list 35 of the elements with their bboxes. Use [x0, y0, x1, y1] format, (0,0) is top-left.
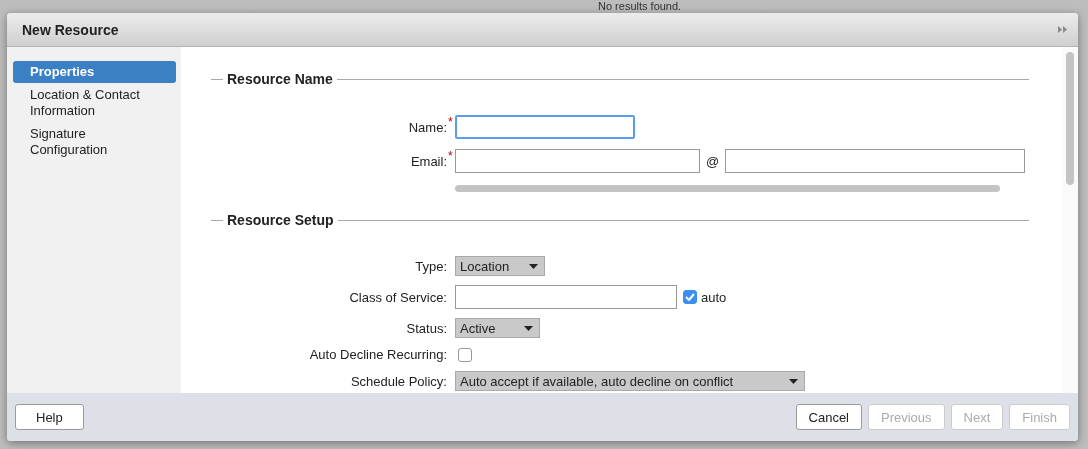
required-mark: * [448, 149, 454, 163]
input-field[interactable] [725, 149, 1026, 173]
help-button[interactable]: Help [15, 404, 84, 430]
field-label: Name: [407, 119, 448, 135]
field-label: Type: [414, 258, 448, 274]
checkbox[interactable] [458, 347, 472, 362]
section-title: Resource Name [227, 71, 333, 87]
field-label: Schedule Policy: [349, 373, 448, 389]
input-field[interactable] [455, 285, 677, 309]
checkbox[interactable] [683, 290, 697, 304]
field-label: Auto Decline Recurring: [308, 347, 448, 362]
sidebar-item[interactable]: Properties [13, 61, 176, 83]
section-title: Resource Setup [227, 212, 334, 228]
scrollbar-thumb[interactable] [1066, 52, 1074, 185]
checkbox-label: auto [701, 289, 727, 305]
window-title: New Resource [22, 21, 119, 38]
background-message: No results found. [598, 0, 682, 12]
sidebar-item[interactable]: Signature Configuration [13, 123, 158, 161]
required-mark: * [448, 115, 454, 129]
at-sign: @ [706, 153, 720, 169]
field-label: Email: [409, 153, 448, 169]
caret-icon [789, 378, 798, 384]
dropdown[interactable]: Auto accept if available, auto decline on conflict [455, 371, 805, 391]
dropdown[interactable]: Location [455, 256, 545, 276]
expand-icon[interactable] [1058, 26, 1068, 33]
input-field[interactable] [455, 115, 635, 139]
field-label: Status: [405, 320, 448, 336]
dropdown[interactable]: Active [455, 318, 540, 338]
caret-icon [524, 325, 533, 331]
input-field[interactable] [455, 149, 700, 173]
sidebar-item[interactable]: Location & Contact Information [13, 84, 158, 122]
field-label: Class of Service: [348, 289, 448, 305]
footer-button[interactable]: Cancel [795, 404, 862, 430]
scrollbar[interactable] [455, 185, 1000, 192]
caret-icon [529, 263, 538, 269]
